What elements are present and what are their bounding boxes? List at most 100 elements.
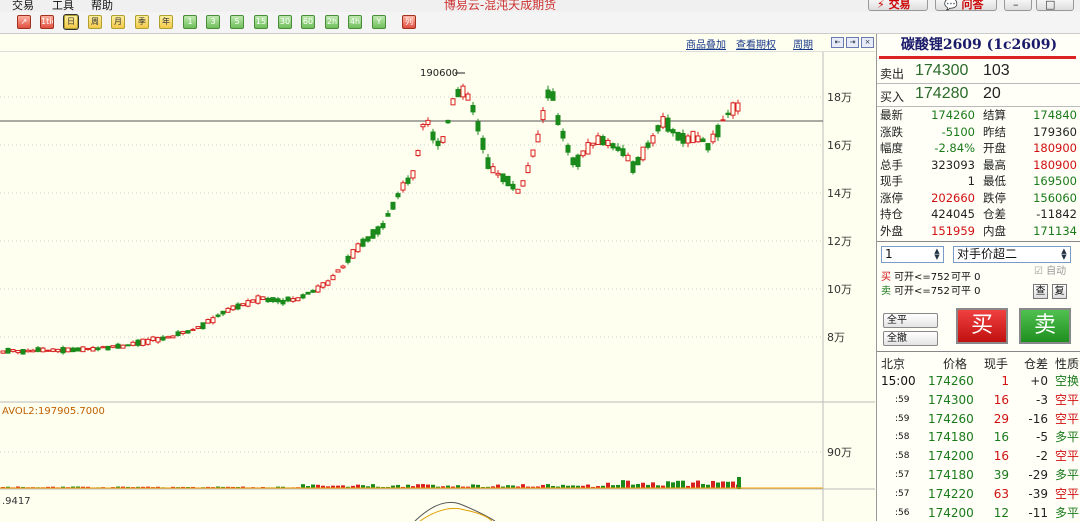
candle-body	[540, 110, 546, 121]
close-all-button[interactable]: 全平	[883, 313, 938, 328]
stat-label: 最低	[983, 174, 1006, 188]
stat-label: 开盘	[983, 141, 1006, 155]
period-link[interactable]: 周期	[793, 36, 813, 51]
period-button-6[interactable]: 1	[183, 15, 197, 29]
stat-value: -2.84%	[934, 141, 975, 155]
stat-row: 涨停 202660 跌停 156060	[877, 191, 1080, 206]
minimize-button[interactable]: –	[1004, 0, 1032, 11]
candle-body	[165, 336, 171, 339]
candle-body	[385, 213, 391, 217]
stat-value: 180900	[1033, 157, 1077, 172]
candle-body	[625, 154, 631, 162]
candle-body	[135, 339, 141, 346]
candle-body	[680, 132, 686, 144]
chart-type-icon[interactable]: ↗	[17, 15, 31, 29]
candle-body	[650, 135, 656, 144]
period-button-13[interactable]: 4h	[348, 15, 362, 29]
candle-body	[85, 347, 91, 350]
ask-button-label: 问答	[961, 0, 984, 11]
candle-body	[200, 322, 206, 330]
volume-bar	[676, 480, 680, 488]
candle-body	[300, 294, 306, 299]
stat-value: 156060	[1033, 190, 1077, 205]
candle-body	[390, 201, 396, 210]
tick-oi-change: -16	[1028, 411, 1048, 426]
candle-body	[670, 129, 676, 134]
quantity-spinner-icon[interactable]: ▲ ▼	[932, 248, 942, 261]
period-button-0[interactable]: 1tick	[40, 15, 54, 29]
volume-bar	[606, 482, 610, 488]
maximize-button[interactable]: □	[1036, 0, 1074, 11]
volume-bar	[671, 482, 675, 488]
menu-help[interactable]: 帮助	[91, 0, 113, 12]
trade-button[interactable]: ⚡ 交易	[868, 0, 928, 11]
candle-body	[470, 105, 476, 113]
candle-body	[545, 89, 551, 99]
overlay-link[interactable]: 商品叠加	[686, 36, 726, 51]
query-button[interactable]: 查	[1033, 284, 1048, 299]
zoom-out-icon[interactable]: ⇤	[831, 37, 844, 48]
bid-row: 买入 174280 20	[877, 84, 1080, 106]
close-chart-icon[interactable]: ×	[861, 37, 874, 48]
price-mode-select[interactable]: 对手价超二 ▲ ▼	[953, 246, 1071, 263]
candle-body	[560, 130, 566, 139]
period-button-7[interactable]: 3	[206, 15, 220, 29]
candle-body	[350, 249, 356, 259]
candle-body	[150, 336, 156, 342]
copy-button[interactable]: 复	[1052, 284, 1067, 299]
candle-body	[700, 138, 706, 143]
candle-body	[635, 156, 641, 166]
candle-body	[440, 136, 446, 143]
candle-body	[705, 143, 711, 151]
candle-body	[290, 298, 296, 302]
candle-body	[90, 346, 96, 352]
sell-button[interactable]: 卖	[1019, 308, 1071, 344]
candle-body	[80, 346, 86, 353]
candle-body	[365, 236, 371, 242]
period-button-5[interactable]: 年	[159, 15, 173, 29]
candle-body	[425, 119, 431, 125]
candle-body	[170, 335, 176, 339]
candle-body	[585, 142, 591, 155]
period-button-15[interactable]: 列	[402, 15, 416, 29]
period-button-14[interactable]: Y	[372, 15, 386, 29]
period-button-10[interactable]: 30	[278, 15, 292, 29]
tick-row: :58 174200 16 -2 空平	[877, 447, 1080, 465]
zoom-in-icon[interactable]: ⇥	[846, 37, 859, 48]
quantity-input[interactable]: 1 ▲ ▼	[881, 246, 944, 263]
cancel-all-button[interactable]: 全撤	[883, 331, 938, 346]
bid-price[interactable]: 174280	[915, 85, 968, 103]
period-button-9[interactable]: 15	[254, 15, 268, 29]
candle-body	[30, 349, 36, 353]
view-options-link[interactable]: 查看期权	[736, 36, 776, 51]
period-button-4[interactable]: 季	[135, 15, 149, 29]
period-button-11[interactable]: 60	[301, 15, 315, 29]
menu-trade[interactable]: 交易	[12, 0, 34, 12]
period-button-1[interactable]: 日	[63, 14, 79, 30]
price-mode-spinner-icon[interactable]: ▲ ▼	[1059, 248, 1069, 261]
period-button-8[interactable]: 5	[230, 15, 244, 29]
buy-tag: 买	[881, 272, 891, 283]
tick-time: :59	[895, 394, 910, 405]
period-button-2[interactable]: 周	[88, 15, 102, 29]
tick-row: :56 174200 12 -11 多平	[877, 504, 1080, 522]
candle-body	[235, 303, 241, 310]
ask-button[interactable]: 💬 问答	[935, 0, 997, 11]
stat-value: -11842	[1036, 207, 1077, 221]
candle-body	[280, 299, 286, 305]
volume-bar	[416, 484, 420, 488]
indicator-line	[419, 507, 493, 521]
ask-price[interactable]: 174300	[915, 62, 968, 80]
period-button-12[interactable]: 2h	[325, 15, 339, 29]
candlestick-chart[interactable]: 18万 16万 14万 12万 10万 8万 90万 AVOL2:197905.7000 .94…	[0, 52, 875, 521]
period-button-3[interactable]: 月	[111, 15, 125, 29]
volume-bar	[691, 482, 695, 488]
y-tick-label: 8万	[827, 331, 845, 344]
auto-checkbox[interactable]: ☑ 自动	[1034, 266, 1066, 278]
candle-body	[655, 125, 661, 132]
candle-body	[120, 344, 126, 349]
menu-tools[interactable]: 工具	[52, 0, 74, 12]
stat-value: 180900	[1033, 141, 1077, 155]
buy-button[interactable]: 买	[956, 308, 1008, 344]
tick-nature: 空平	[1055, 392, 1080, 407]
